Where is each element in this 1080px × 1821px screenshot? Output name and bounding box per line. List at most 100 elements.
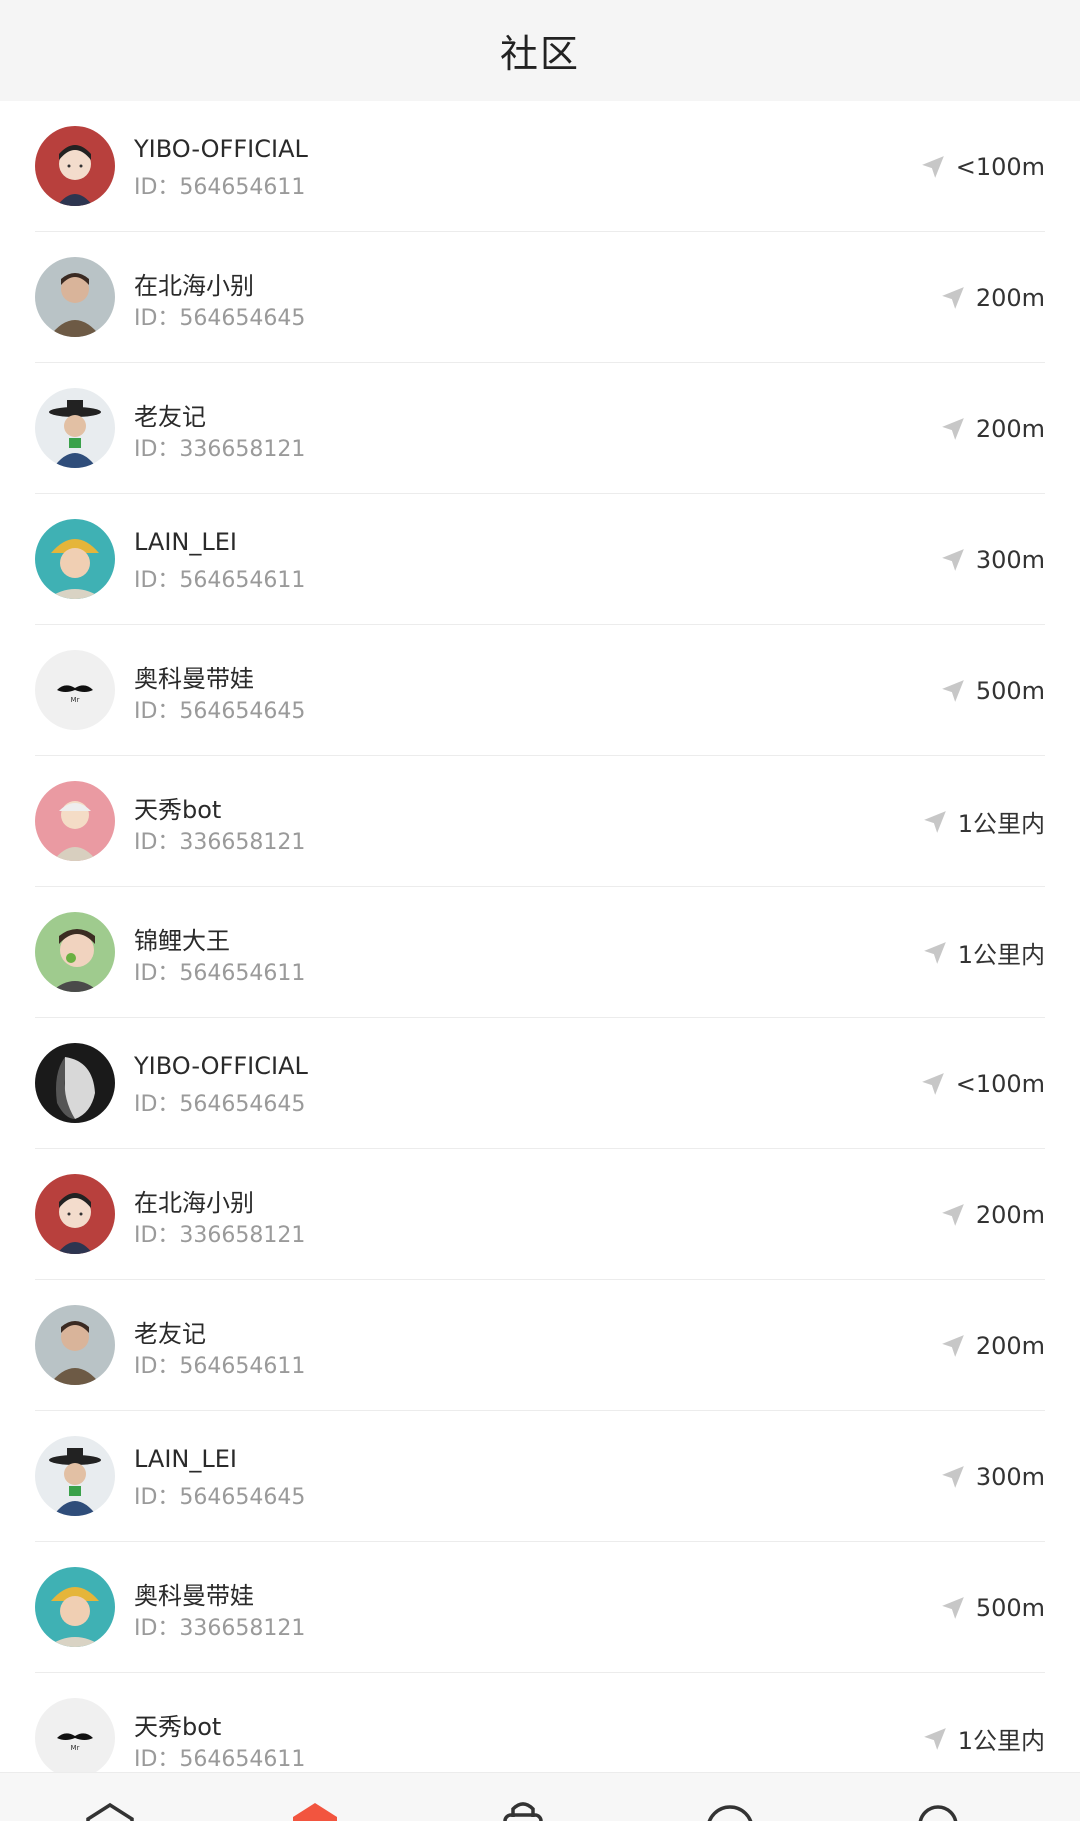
distance-label: 1公里内: [957, 941, 1045, 969]
avatar[interactable]: [35, 781, 115, 861]
user-id: ID：564654611: [134, 1747, 306, 1772]
avatar[interactable]: [35, 1043, 115, 1123]
distance-info: <100m: [920, 101, 1045, 232]
distance-label: 1公里内: [957, 1727, 1045, 1755]
location-arrow-icon: [922, 809, 948, 835]
avatar[interactable]: [35, 126, 115, 206]
location-arrow-icon: [940, 1333, 966, 1359]
svg-text:Mr: Mr: [71, 696, 80, 704]
distance-label: 500m: [975, 676, 1045, 705]
avatar[interactable]: [35, 1305, 115, 1385]
avatar[interactable]: Mr: [35, 1698, 115, 1778]
user-name: 老友记: [134, 403, 206, 431]
user-name: YIBO-OFFICIAL: [134, 135, 308, 163]
user-id: ID：336658121: [134, 437, 306, 462]
user-name: 天秀bot: [134, 1713, 222, 1741]
user-id: ID：564654611: [134, 961, 306, 986]
user-id: ID：564654611: [134, 175, 306, 200]
user-name: 奥科曼带娃: [134, 1582, 254, 1610]
distance-label: 200m: [975, 414, 1045, 443]
distance-info: 200m: [940, 363, 1045, 494]
distance-info: 200m: [940, 232, 1045, 363]
page-title: 社区: [499, 32, 580, 76]
user-name: 老友记: [134, 1320, 206, 1348]
home-icon[interactable]: [82, 1795, 138, 1821]
message-icon[interactable]: [702, 1795, 758, 1821]
location-arrow-icon: [940, 678, 966, 704]
distance-info: 500m: [940, 625, 1045, 756]
distance-info: 200m: [940, 1280, 1045, 1411]
list-item[interactable]: 奥科曼带娃 ID：336658121 500m: [0, 1542, 1080, 1673]
distance-label: 200m: [975, 1200, 1045, 1229]
user-name: 在北海小别: [134, 272, 254, 300]
avatar[interactable]: [35, 1436, 115, 1516]
distance-info: 1公里内: [922, 756, 1045, 887]
user-id: ID：564654645: [134, 699, 306, 724]
list-item[interactable]: YIBO-OFFICIAL ID：564654611 <100m: [0, 101, 1080, 232]
distance-info: 500m: [940, 1542, 1045, 1673]
community-icon[interactable]: [287, 1795, 343, 1821]
location-arrow-icon: [940, 547, 966, 573]
user-name: 在北海小别: [134, 1189, 254, 1217]
distance-info: 300m: [940, 494, 1045, 625]
distance-label: 1公里内: [957, 810, 1045, 838]
distance-label: <100m: [955, 152, 1045, 181]
avatar[interactable]: [35, 1567, 115, 1647]
user-list: YIBO-OFFICIAL ID：564654611 <100m 在北海小别 I…: [0, 101, 1080, 1804]
location-arrow-icon: [922, 940, 948, 966]
location-arrow-icon: [940, 1595, 966, 1621]
user-name: LAIN_LEI: [134, 528, 237, 556]
list-item[interactable]: 老友记 ID：336658121 200m: [0, 363, 1080, 494]
distance-info: 200m: [940, 1149, 1045, 1280]
location-arrow-icon: [920, 154, 946, 180]
list-item[interactable]: 老友记 ID：564654611 200m: [0, 1280, 1080, 1411]
avatar[interactable]: Mr: [35, 650, 115, 730]
user-name: YIBO-OFFICIAL: [134, 1052, 308, 1080]
list-item[interactable]: YIBO-OFFICIAL ID：564654645 <100m: [0, 1018, 1080, 1149]
user-id: ID：336658121: [134, 1616, 306, 1641]
distance-label: 300m: [975, 1462, 1045, 1491]
location-arrow-icon: [940, 416, 966, 442]
user-id: ID：564654645: [134, 1485, 306, 1510]
distance-info: <100m: [920, 1018, 1045, 1149]
bottom-tab-bar: [0, 1772, 1080, 1821]
location-arrow-icon: [940, 285, 966, 311]
location-arrow-icon: [920, 1071, 946, 1097]
list-item[interactable]: LAIN_LEI ID：564654611 300m: [0, 494, 1080, 625]
distance-label: 200m: [975, 1331, 1045, 1360]
list-item[interactable]: 锦鲤大王 ID：564654611 1公里内: [0, 887, 1080, 1018]
location-arrow-icon: [940, 1202, 966, 1228]
list-item[interactable]: 天秀bot ID：336658121 1公里内: [0, 756, 1080, 887]
header-bar: 社区: [0, 0, 1080, 101]
avatar[interactable]: [35, 519, 115, 599]
list-item[interactable]: 在北海小别 ID：336658121 200m: [0, 1149, 1080, 1280]
user-id: ID：564654645: [134, 1092, 306, 1117]
distance-label: 200m: [975, 283, 1045, 312]
avatar[interactable]: [35, 912, 115, 992]
distance-label: <100m: [955, 1069, 1045, 1098]
list-item[interactable]: Mr 奥科曼带娃 ID：564654645 500m: [0, 625, 1080, 756]
distance-label: 500m: [975, 1593, 1045, 1622]
user-id: ID：564654611: [134, 568, 306, 593]
avatar[interactable]: [35, 388, 115, 468]
avatar[interactable]: [35, 1174, 115, 1254]
list-item[interactable]: 在北海小别 ID：564654645 200m: [0, 232, 1080, 363]
distance-label: 300m: [975, 545, 1045, 574]
user-id: ID：564654645: [134, 306, 306, 331]
location-arrow-icon: [940, 1464, 966, 1490]
user-id: ID：564654611: [134, 1354, 306, 1379]
user-name: 锦鲤大王: [134, 927, 230, 955]
user-id: ID：336658121: [134, 830, 306, 855]
distance-info: 300m: [940, 1411, 1045, 1542]
profile-icon[interactable]: [910, 1795, 966, 1821]
user-name: LAIN_LEI: [134, 1445, 237, 1473]
bag-icon[interactable]: [495, 1795, 551, 1821]
user-name: 奥科曼带娃: [134, 665, 254, 693]
user-id: ID：336658121: [134, 1223, 306, 1248]
list-item[interactable]: LAIN_LEI ID：564654645 300m: [0, 1411, 1080, 1542]
avatar[interactable]: [35, 257, 115, 337]
distance-info: 1公里内: [922, 887, 1045, 1018]
location-arrow-icon: [922, 1726, 948, 1752]
svg-text:Mr: Mr: [71, 1744, 80, 1752]
user-name: 天秀bot: [134, 796, 222, 824]
